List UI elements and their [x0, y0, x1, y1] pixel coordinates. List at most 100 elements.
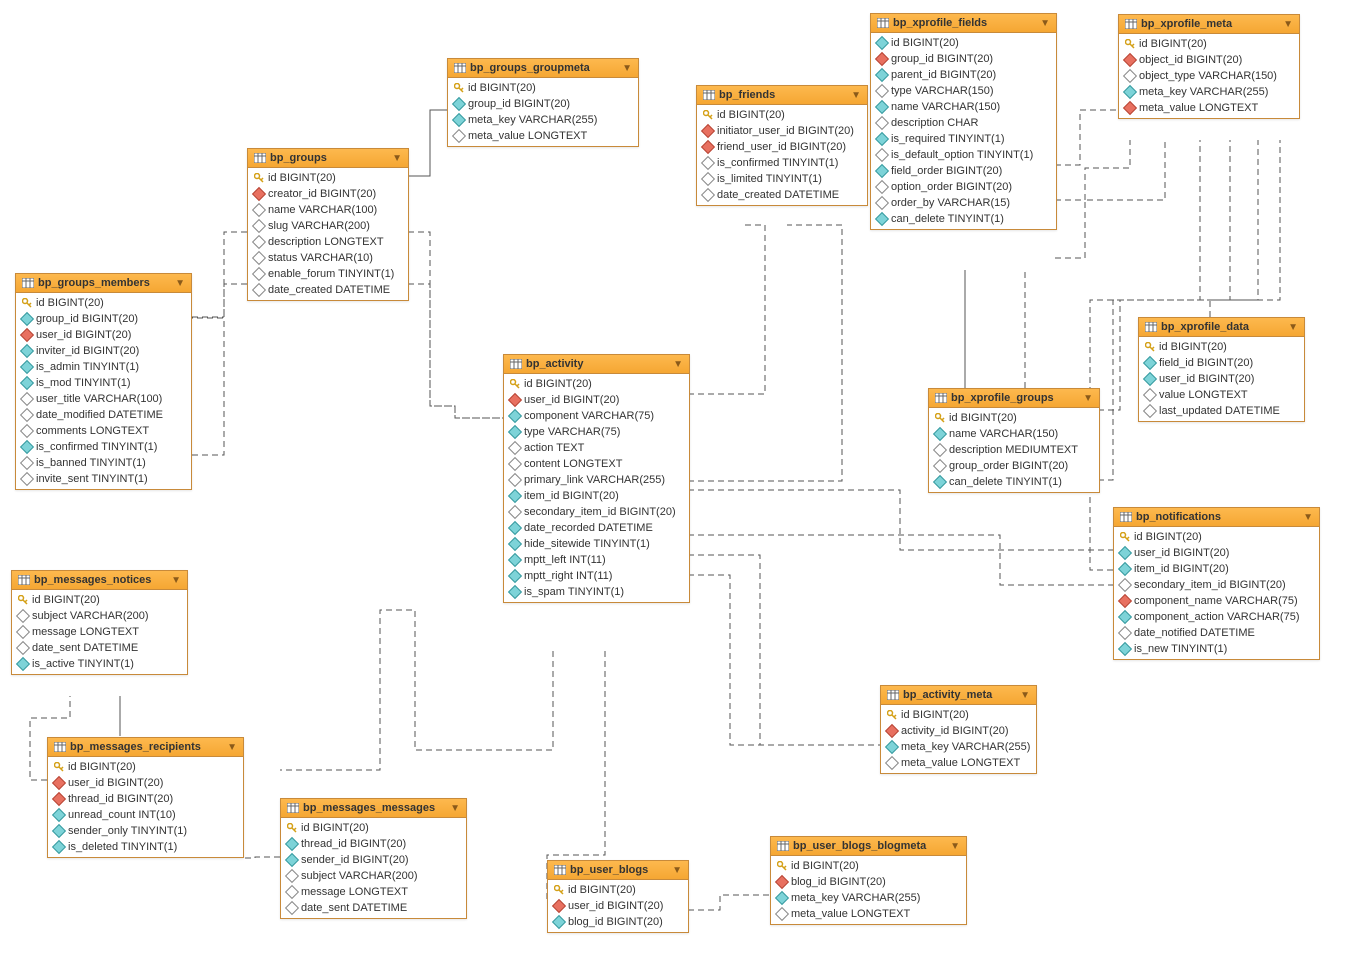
table-bp_user_blogs[interactable]: bp_user_blogs▼id BIGINT(20)user_id BIGIN… [547, 860, 689, 933]
field-row[interactable]: initiator_user_id BIGINT(20) [697, 123, 867, 139]
field-row[interactable]: object_id BIGINT(20) [1119, 52, 1299, 68]
table-bp_xprofile_fields[interactable]: bp_xprofile_fields▼id BIGINT(20)group_id… [870, 13, 1057, 230]
field-row[interactable]: meta_key VARCHAR(255) [1119, 84, 1299, 100]
table-header[interactable]: bp_activity_meta▼ [881, 686, 1036, 705]
collapse-arrow-icon[interactable]: ▼ [851, 90, 861, 101]
table-bp_xprofile_groups[interactable]: bp_xprofile_groups▼id BIGINT(20)name VAR… [928, 388, 1100, 493]
field-row[interactable]: friend_user_id BIGINT(20) [697, 139, 867, 155]
collapse-arrow-icon[interactable]: ▼ [672, 865, 682, 876]
field-row[interactable]: mptt_left INT(11) [504, 552, 689, 568]
field-row[interactable]: is_new TINYINT(1) [1114, 641, 1319, 657]
field-row[interactable]: is_mod TINYINT(1) [16, 375, 191, 391]
field-row[interactable]: status VARCHAR(10) [248, 250, 408, 266]
field-row[interactable]: meta_value LONGTEXT [448, 128, 638, 144]
field-row[interactable]: meta_key VARCHAR(255) [881, 739, 1036, 755]
table-bp_xprofile_meta[interactable]: bp_xprofile_meta▼id BIGINT(20)object_id … [1118, 14, 1300, 119]
field-row[interactable]: description LONGTEXT [248, 234, 408, 250]
field-row[interactable]: date_notified DATETIME [1114, 625, 1319, 641]
collapse-arrow-icon[interactable]: ▼ [1083, 393, 1093, 404]
field-row[interactable]: value LONGTEXT [1139, 387, 1304, 403]
field-row[interactable]: date_created DATETIME [248, 282, 408, 298]
collapse-arrow-icon[interactable]: ▼ [950, 841, 960, 852]
field-row[interactable]: item_id BIGINT(20) [1114, 561, 1319, 577]
table-header[interactable]: bp_groups▼ [248, 149, 408, 168]
field-row[interactable]: id BIGINT(20) [548, 882, 688, 898]
field-row[interactable]: creator_id BIGINT(20) [248, 186, 408, 202]
field-row[interactable]: id BIGINT(20) [929, 410, 1099, 426]
field-row[interactable]: group_order BIGINT(20) [929, 458, 1099, 474]
field-row[interactable]: unread_count INT(10) [48, 807, 243, 823]
field-row[interactable]: meta_value LONGTEXT [771, 906, 966, 922]
field-row[interactable]: component_action VARCHAR(75) [1114, 609, 1319, 625]
field-row[interactable]: blog_id BIGINT(20) [771, 874, 966, 890]
table-bp_messages_messages[interactable]: bp_messages_messages▼id BIGINT(20)thread… [280, 798, 467, 919]
field-row[interactable]: id BIGINT(20) [1139, 339, 1304, 355]
field-row[interactable]: secondary_item_id BIGINT(20) [504, 504, 689, 520]
table-header[interactable]: bp_groups_members▼ [16, 274, 191, 293]
field-row[interactable]: name VARCHAR(150) [929, 426, 1099, 442]
field-row[interactable]: order_by VARCHAR(15) [871, 195, 1056, 211]
field-row[interactable]: hide_sitewide TINYINT(1) [504, 536, 689, 552]
field-row[interactable]: option_order BIGINT(20) [871, 179, 1056, 195]
table-bp_messages_notices[interactable]: bp_messages_notices▼id BIGINT(20)subject… [11, 570, 188, 675]
table-bp_groups_groupmeta[interactable]: bp_groups_groupmeta▼id BIGINT(20)group_i… [447, 58, 639, 147]
table-header[interactable]: bp_xprofile_meta▼ [1119, 15, 1299, 34]
collapse-arrow-icon[interactable]: ▼ [1283, 19, 1293, 30]
field-row[interactable]: action TEXT [504, 440, 689, 456]
table-header[interactable]: bp_xprofile_fields▼ [871, 14, 1056, 33]
field-row[interactable]: id BIGINT(20) [12, 592, 187, 608]
field-row[interactable]: primary_link VARCHAR(255) [504, 472, 689, 488]
table-header[interactable]: bp_messages_notices▼ [12, 571, 187, 590]
field-row[interactable]: user_title VARCHAR(100) [16, 391, 191, 407]
field-row[interactable]: inviter_id BIGINT(20) [16, 343, 191, 359]
field-row[interactable]: content LONGTEXT [504, 456, 689, 472]
field-row[interactable]: is_limited TINYINT(1) [697, 171, 867, 187]
table-header[interactable]: bp_messages_messages▼ [281, 799, 466, 818]
field-row[interactable]: blog_id BIGINT(20) [548, 914, 688, 930]
table-header[interactable]: bp_groups_groupmeta▼ [448, 59, 638, 78]
field-row[interactable]: group_id BIGINT(20) [871, 51, 1056, 67]
table-header[interactable]: bp_messages_recipients▼ [48, 738, 243, 757]
collapse-arrow-icon[interactable]: ▼ [175, 278, 185, 289]
field-row[interactable]: description CHAR [871, 115, 1056, 131]
field-row[interactable]: item_id BIGINT(20) [504, 488, 689, 504]
field-row[interactable]: name VARCHAR(150) [871, 99, 1056, 115]
field-row[interactable]: id BIGINT(20) [281, 820, 466, 836]
field-row[interactable]: enable_forum TINYINT(1) [248, 266, 408, 282]
table-header[interactable]: bp_user_blogs▼ [548, 861, 688, 880]
field-row[interactable]: date_created DATETIME [697, 187, 867, 203]
field-row[interactable]: date_modified DATETIME [16, 407, 191, 423]
field-row[interactable]: is_required TINYINT(1) [871, 131, 1056, 147]
table-bp_activity[interactable]: bp_activity▼id BIGINT(20)user_id BIGINT(… [503, 354, 690, 603]
field-row[interactable]: parent_id BIGINT(20) [871, 67, 1056, 83]
field-row[interactable]: date_sent DATETIME [12, 640, 187, 656]
field-row[interactable]: can_delete TINYINT(1) [929, 474, 1099, 490]
field-row[interactable]: user_id BIGINT(20) [1114, 545, 1319, 561]
field-row[interactable]: name VARCHAR(100) [248, 202, 408, 218]
field-row[interactable]: subject VARCHAR(200) [281, 868, 466, 884]
field-row[interactable]: group_id BIGINT(20) [16, 311, 191, 327]
field-row[interactable]: field_id BIGINT(20) [1139, 355, 1304, 371]
field-row[interactable]: is_deleted TINYINT(1) [48, 839, 243, 855]
table-bp_messages_recipients[interactable]: bp_messages_recipients▼id BIGINT(20)user… [47, 737, 244, 858]
field-row[interactable]: date_sent DATETIME [281, 900, 466, 916]
field-row[interactable]: user_id BIGINT(20) [504, 392, 689, 408]
field-row[interactable]: is_banned TINYINT(1) [16, 455, 191, 471]
field-row[interactable]: secondary_item_id BIGINT(20) [1114, 577, 1319, 593]
field-row[interactable]: type VARCHAR(75) [504, 424, 689, 440]
field-row[interactable]: is_confirmed TINYINT(1) [16, 439, 191, 455]
field-row[interactable]: is_admin TINYINT(1) [16, 359, 191, 375]
field-row[interactable]: id BIGINT(20) [871, 35, 1056, 51]
field-row[interactable]: meta_key VARCHAR(255) [771, 890, 966, 906]
field-row[interactable]: activity_id BIGINT(20) [881, 723, 1036, 739]
field-row[interactable]: id BIGINT(20) [48, 759, 243, 775]
field-row[interactable]: component_name VARCHAR(75) [1114, 593, 1319, 609]
field-row[interactable]: component VARCHAR(75) [504, 408, 689, 424]
field-row[interactable]: type VARCHAR(150) [871, 83, 1056, 99]
collapse-arrow-icon[interactable]: ▼ [392, 153, 402, 164]
field-row[interactable]: slug VARCHAR(200) [248, 218, 408, 234]
collapse-arrow-icon[interactable]: ▼ [1040, 18, 1050, 29]
field-row[interactable]: is_spam TINYINT(1) [504, 584, 689, 600]
field-row[interactable]: meta_key VARCHAR(255) [448, 112, 638, 128]
collapse-arrow-icon[interactable]: ▼ [1303, 512, 1313, 523]
